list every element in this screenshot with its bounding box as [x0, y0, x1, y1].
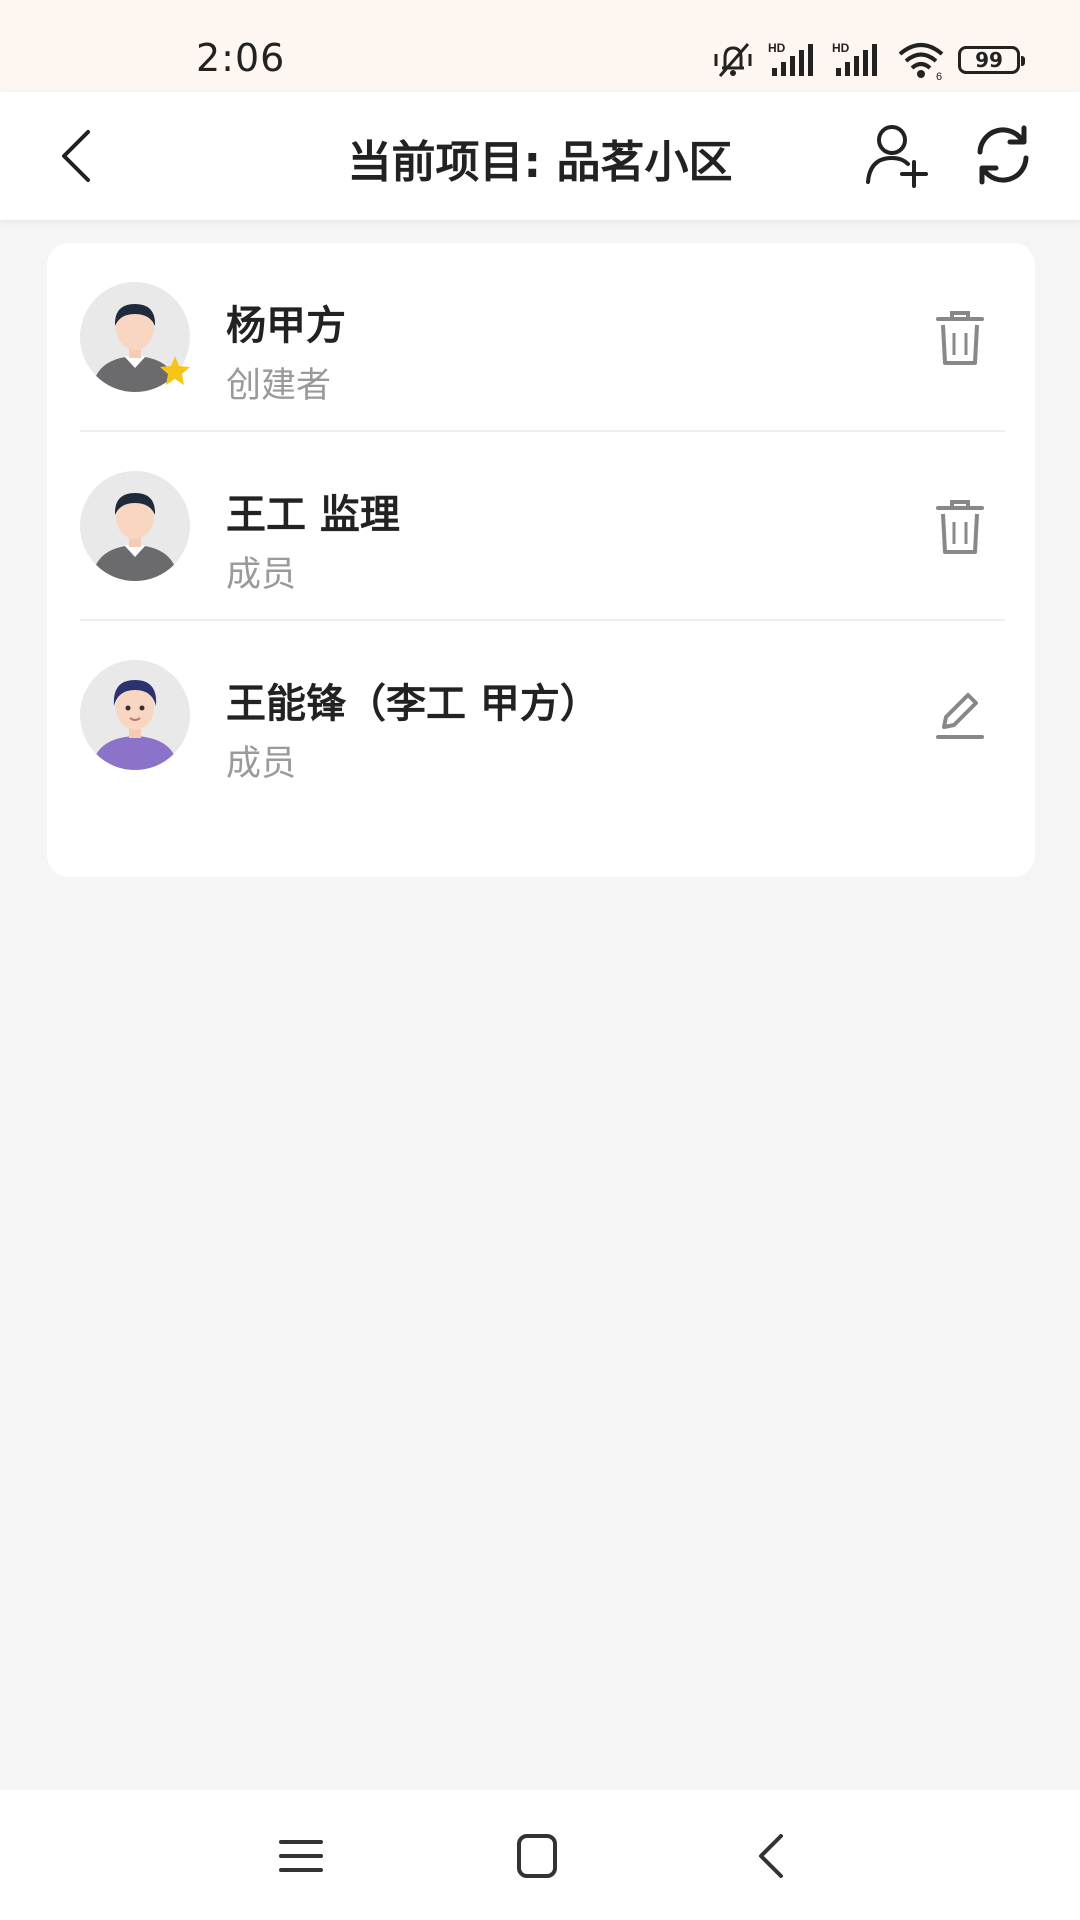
system-nav-bar	[0, 1790, 1080, 1920]
mute-vibrate-icon	[714, 43, 752, 77]
member-role: 成员	[226, 744, 297, 784]
delete-member-button[interactable]	[930, 494, 990, 558]
signal-hd-icon: HD	[832, 41, 877, 76]
member-row[interactable]: 王工 监理 成员	[80, 432, 1005, 621]
member-name: 王工 监理	[226, 492, 400, 538]
top-app-bar: 当前项目: 品茗小区	[0, 92, 1080, 220]
edit-icon	[936, 693, 984, 739]
status-time: 2:06	[196, 36, 286, 80]
edit-member-button[interactable]	[930, 683, 990, 747]
status-bar: 2:06 HD HD 6 99	[0, 0, 1080, 92]
home-button[interactable]	[507, 1826, 567, 1886]
add-user-icon	[866, 125, 928, 188]
battery-icon: 99	[958, 46, 1025, 74]
recent-apps-button[interactable]	[271, 1826, 331, 1886]
member-name: 杨甲方	[226, 303, 346, 349]
battery-level: 99	[975, 48, 1003, 72]
svg-text:HD: HD	[768, 41, 786, 55]
refresh-button[interactable]	[970, 120, 1036, 190]
delete-member-button[interactable]	[930, 305, 990, 369]
add-member-button[interactable]	[862, 120, 932, 190]
system-back-button[interactable]	[743, 1826, 803, 1886]
svg-text:HD: HD	[832, 41, 850, 55]
home-icon	[517, 1834, 557, 1878]
member-row[interactable]: 王能锋（李工 甲方） 成员	[80, 621, 1005, 810]
trash-icon	[936, 311, 984, 365]
avatar	[80, 471, 190, 581]
member-list-card: 杨甲方 创建者 王工 监理 成员 王能锋（李工 甲方） 成员	[47, 243, 1035, 877]
avatar	[80, 660, 190, 770]
menu-icon	[279, 1840, 323, 1872]
status-icons: HD HD 6 99	[710, 40, 1025, 80]
svg-text:6: 6	[936, 71, 942, 80]
back-icon	[759, 1834, 783, 1878]
member-row[interactable]: 杨甲方 创建者	[80, 243, 1005, 432]
trash-icon	[936, 500, 984, 554]
signal-hd-icon: HD	[768, 41, 813, 76]
avatar	[80, 282, 190, 392]
refresh-icon	[977, 125, 1029, 185]
member-role: 创建者	[226, 366, 332, 406]
member-role: 成员	[226, 555, 297, 595]
wifi-icon: 6	[898, 43, 944, 80]
member-name: 王能锋（李工 甲方）	[226, 681, 600, 727]
